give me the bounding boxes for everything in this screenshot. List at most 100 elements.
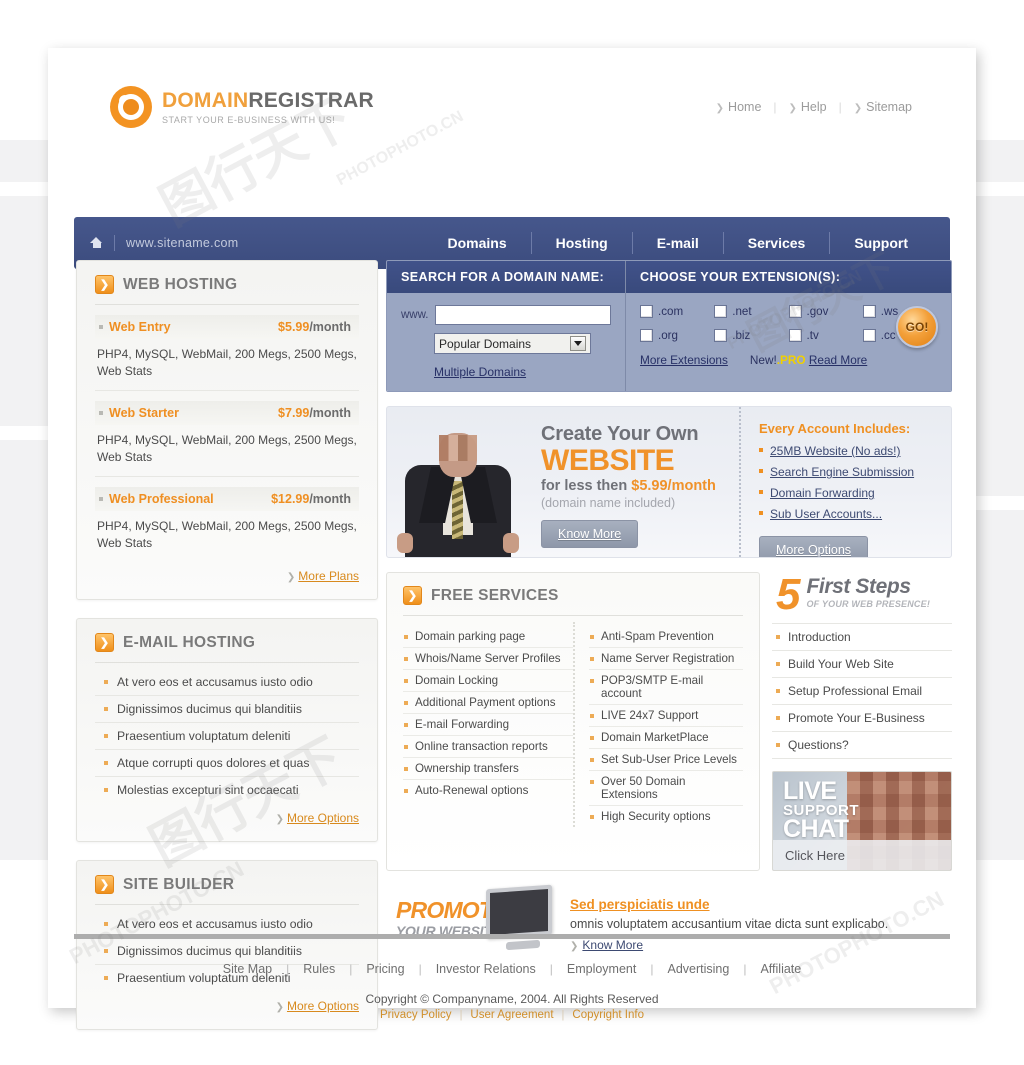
list-item[interactable]: LIVE 24x7 Support bbox=[589, 705, 743, 727]
checkbox-icon[interactable] bbox=[788, 329, 802, 342]
extension-option-biz[interactable]: .biz bbox=[714, 329, 788, 342]
list-item[interactable]: Build Your Web Site bbox=[772, 651, 952, 679]
list-item[interactable]: Additional Payment options bbox=[403, 692, 573, 714]
top-link-home[interactable]: ❯ Home bbox=[704, 100, 774, 114]
list-item[interactable]: POP3/SMTP E-mail account bbox=[589, 670, 743, 705]
list-item[interactable]: Search Engine Submission bbox=[759, 463, 941, 481]
live-chat-cta[interactable]: Click Here bbox=[773, 840, 951, 871]
includes-list: 25MB Website (No ads!) Search Engine Sub… bbox=[759, 442, 941, 523]
nav-site-url: www.sitename.com bbox=[126, 236, 239, 250]
checkbox-icon[interactable] bbox=[862, 305, 876, 318]
list-item[interactable]: Domain Forwarding bbox=[759, 484, 941, 502]
list-item[interactable]: Introduction bbox=[772, 624, 952, 652]
footer-link-pricing[interactable]: Pricing bbox=[352, 962, 418, 976]
nav-item-domains[interactable]: Domains bbox=[423, 235, 530, 251]
hero-photo bbox=[387, 407, 527, 557]
site-logo[interactable]: DOMAINREGISTRAR START YOUR E-BUSINESS WI… bbox=[110, 86, 374, 128]
list-item[interactable]: Domain Locking bbox=[403, 670, 573, 692]
checkbox-icon[interactable] bbox=[640, 329, 653, 342]
footer-link-rules[interactable]: Rules bbox=[289, 962, 349, 976]
footer-link-affiliate[interactable]: Affiliate bbox=[746, 962, 815, 976]
list-item[interactable]: E-mail Forwarding bbox=[403, 714, 573, 736]
checkbox-icon[interactable] bbox=[714, 305, 728, 318]
chevron-down-icon[interactable] bbox=[570, 336, 586, 351]
footer-link-investor-relations[interactable]: Investor Relations bbox=[422, 962, 550, 976]
logo-text-domain: DOMAIN bbox=[162, 88, 249, 112]
nav-item-services[interactable]: Services bbox=[724, 235, 830, 251]
monitor-screen bbox=[486, 885, 552, 940]
list-item[interactable]: Online transaction reports bbox=[403, 736, 573, 758]
hero-know-more-button[interactable]: Know More bbox=[541, 519, 639, 548]
includes-link[interactable]: 25MB Website (No ads!) bbox=[770, 444, 901, 458]
pro-read-more-link[interactable]: Read More bbox=[809, 353, 867, 367]
list-item[interactable]: 25MB Website (No ads!) bbox=[759, 442, 941, 460]
extension-option-tv[interactable]: .tv bbox=[788, 329, 863, 342]
list-item[interactable]: Praesentium voluptatum deleniti bbox=[95, 723, 359, 751]
checkbox-icon[interactable] bbox=[714, 329, 728, 342]
free-services-panel: ❯ FREE SERVICES Domain parking page Whoi… bbox=[386, 572, 760, 872]
top-link-help[interactable]: ❯ Help bbox=[777, 100, 839, 114]
plan-description: PHP4, MySQL, WebMail, 200 Megs, 2500 Meg… bbox=[97, 518, 357, 550]
multiple-domains-link[interactable]: Multiple Domains bbox=[434, 365, 526, 379]
chevron-right-badge-icon: ❯ bbox=[95, 633, 114, 653]
nav-item-email[interactable]: E-mail bbox=[633, 235, 723, 251]
more-plans-link[interactable]: More Plans bbox=[298, 569, 359, 583]
list-item[interactable]: Setup Professional Email bbox=[772, 678, 952, 706]
list-item[interactable]: Domain parking page bbox=[403, 626, 573, 648]
list-item[interactable]: Ownership transfers bbox=[403, 758, 573, 780]
list-item[interactable]: Domain MarketPlace bbox=[589, 727, 743, 749]
list-item[interactable]: Anti-Spam Prevention bbox=[589, 626, 743, 648]
nav-item-hosting[interactable]: Hosting bbox=[532, 235, 632, 251]
list-item[interactable]: High Security options bbox=[589, 806, 743, 827]
footer-divider bbox=[74, 934, 950, 939]
list-item[interactable]: Sub User Accounts... bbox=[759, 505, 941, 523]
legal-link-copyright-info[interactable]: Copyright Info bbox=[564, 1009, 652, 1021]
footer-link-employment[interactable]: Employment bbox=[553, 962, 650, 976]
list-item[interactable]: Molestias excepturi sint occaecati bbox=[95, 777, 359, 803]
hero-message: Create Your Own WEBSITE for less then $5… bbox=[527, 407, 739, 557]
domain-search-go-button[interactable]: GO! bbox=[896, 306, 938, 348]
checkbox-icon[interactable] bbox=[788, 305, 802, 318]
live-support-chat-banner[interactable]: LIVE SUPPORT CHAT Click Here bbox=[772, 771, 952, 872]
hero-line-1: Create Your Own bbox=[541, 423, 699, 445]
includes-link[interactable]: Domain Forwarding bbox=[770, 486, 875, 500]
list-item[interactable]: Set Sub-User Price Levels bbox=[589, 749, 743, 771]
list-item[interactable]: Questions? bbox=[772, 732, 952, 760]
checkbox-icon[interactable] bbox=[862, 329, 876, 342]
includes-more-options-button[interactable]: More Options bbox=[759, 536, 869, 557]
plan-row[interactable]: Web Professional $12.99/month bbox=[95, 486, 359, 511]
extension-option-com[interactable]: .com bbox=[640, 305, 714, 318]
domain-category-select[interactable]: Popular Domains bbox=[434, 333, 591, 354]
list-item[interactable]: At vero eos et accusamus iusto odio bbox=[95, 669, 359, 697]
footer-link-site-map[interactable]: Site Map bbox=[209, 962, 286, 976]
extension-option-gov[interactable]: .gov bbox=[788, 305, 863, 318]
chevron-right-badge-icon: ❯ bbox=[95, 275, 114, 294]
plan-row[interactable]: Web Starter $7.99/month bbox=[95, 400, 359, 425]
plan-row[interactable]: Web Entry $5.99/month bbox=[95, 315, 359, 339]
nav-menu: Domains Hosting E-mail Services Support bbox=[423, 232, 950, 254]
extension-option-org[interactable]: .org bbox=[640, 329, 714, 342]
extension-label: .cc bbox=[880, 329, 896, 342]
promote-headline-link[interactable]: Sed perspiciatis unde bbox=[570, 897, 710, 912]
list-item[interactable]: Over 50 Domain Extensions bbox=[589, 771, 743, 806]
more-extensions-link[interactable]: More Extensions bbox=[640, 353, 728, 367]
legal-link-privacy-policy[interactable]: Privacy Policy bbox=[372, 1009, 460, 1021]
footer-link-advertising[interactable]: Advertising bbox=[653, 962, 743, 976]
email-hosting-panel: ❯ E-MAIL HOSTING At vero eos et accusamu… bbox=[76, 618, 378, 843]
list-item[interactable]: Name Server Registration bbox=[589, 648, 743, 670]
nav-item-support[interactable]: Support bbox=[830, 235, 932, 251]
list-item[interactable]: Whois/Name Server Profiles bbox=[403, 648, 573, 670]
includes-link[interactable]: Sub User Accounts... bbox=[770, 507, 882, 521]
domain-name-input[interactable] bbox=[435, 305, 611, 325]
includes-link[interactable]: Search Engine Submission bbox=[770, 465, 914, 479]
top-link-sitemap[interactable]: ❯ Sitemap bbox=[842, 100, 924, 114]
email-more-options-link[interactable]: More Options bbox=[287, 811, 359, 825]
list-item[interactable]: Dignissimos ducimus qui blanditiis bbox=[95, 696, 359, 724]
list-item[interactable]: Promote Your E-Business bbox=[772, 705, 952, 733]
legal-link-user-agreement[interactable]: User Agreement bbox=[462, 1009, 561, 1021]
list-item[interactable]: Auto-Renewal options bbox=[403, 780, 573, 801]
list-item[interactable]: Atque corrupti quos dolores et quas bbox=[95, 750, 359, 778]
extension-option-net[interactable]: .net bbox=[714, 305, 788, 318]
nav-home-group[interactable]: www.sitename.com bbox=[90, 235, 238, 251]
checkbox-icon[interactable] bbox=[640, 305, 653, 318]
